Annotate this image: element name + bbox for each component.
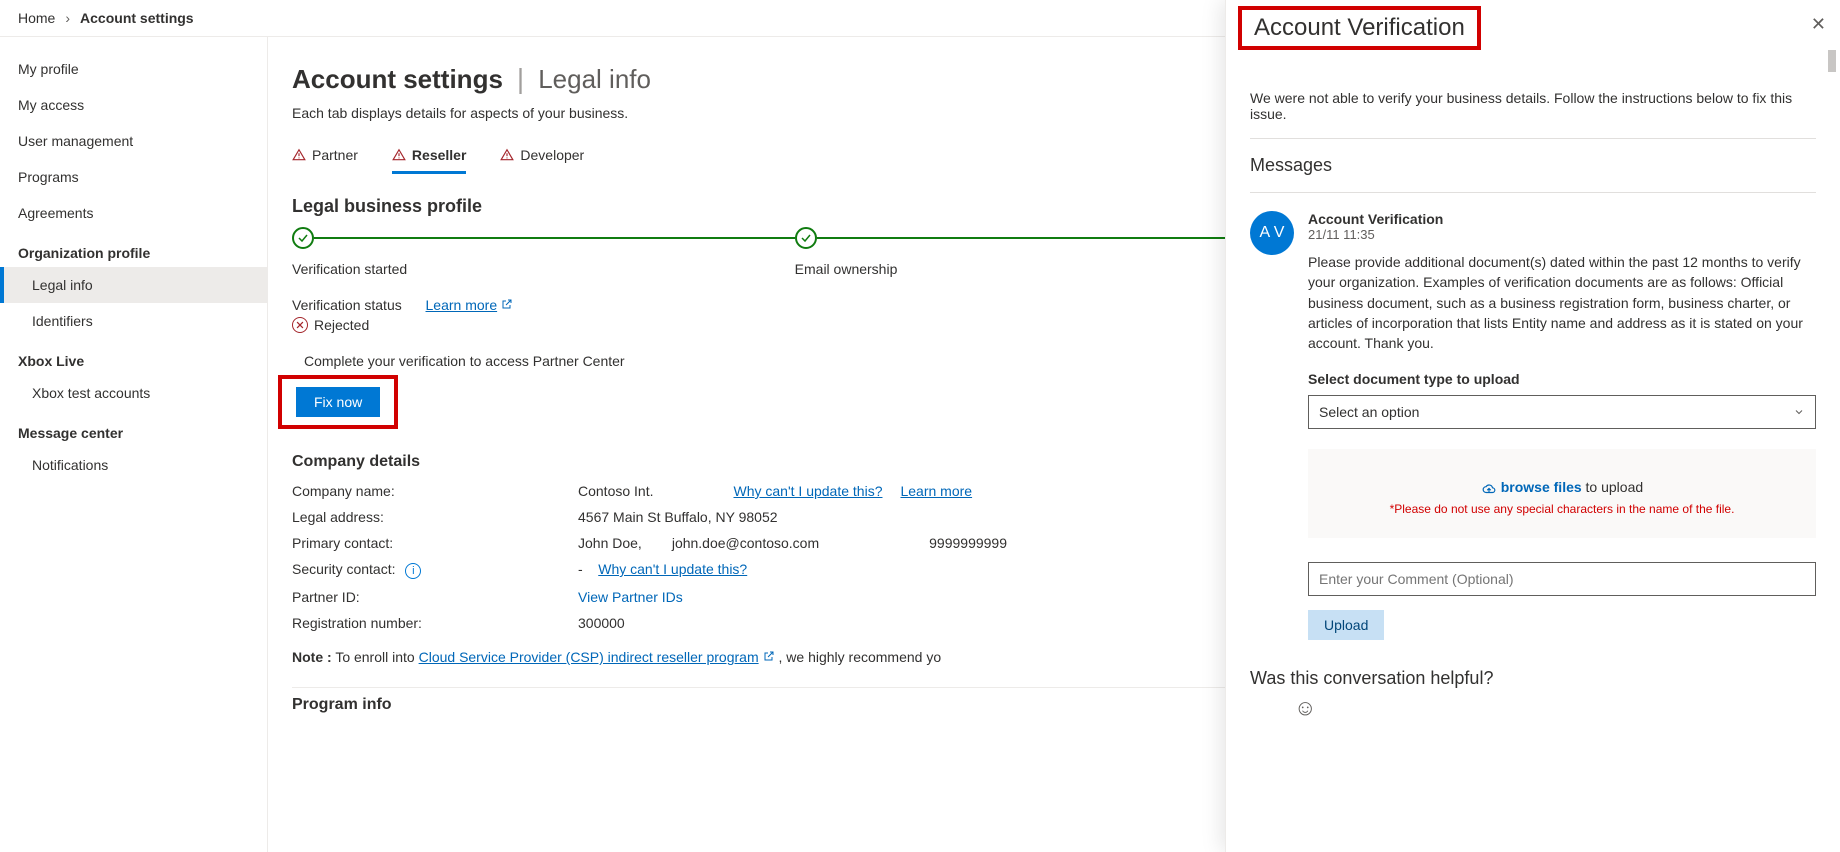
sidebar-item-my-profile[interactable]: My profile — [0, 51, 267, 87]
learn-more-link-2[interactable]: Learn more — [900, 483, 972, 499]
upload-button[interactable]: Upload — [1308, 610, 1384, 640]
sidebar-header-org-profile: Organization profile — [0, 231, 267, 267]
page-title: Account settings — [292, 64, 503, 95]
fix-now-highlight: Fix now — [278, 375, 398, 429]
csp-program-link[interactable]: Cloud Service Provider (CSP) indirect re… — [419, 649, 775, 665]
tab-label: Reseller — [412, 147, 466, 163]
avatar: A V — [1250, 211, 1294, 255]
sidebar-item-xbox-test-accounts[interactable]: Xbox test accounts — [0, 375, 267, 411]
file-dropzone[interactable]: browse files to upload *Please do not us… — [1308, 449, 1816, 537]
chevron-down-icon — [1793, 406, 1805, 418]
message-body: Please provide additional document(s) da… — [1308, 252, 1816, 353]
fix-now-button[interactable]: Fix now — [296, 387, 380, 417]
document-type-label: Select document type to upload — [1308, 371, 1816, 387]
messages-header: Messages — [1250, 155, 1816, 176]
company-name-value: Contoso Int. — [578, 483, 654, 499]
registration-number-label: Registration number: — [292, 615, 572, 631]
sidebar-item-legal-info[interactable]: Legal info — [0, 267, 267, 303]
message-title: Account Verification — [1308, 211, 1816, 227]
primary-contact-phone: 9999999999 — [929, 535, 1007, 551]
view-partner-ids-link[interactable]: View Partner IDs — [578, 589, 683, 605]
sidebar-header-xbox-live: Xbox Live — [0, 339, 267, 375]
security-contact-label: Security contact: i — [292, 561, 572, 579]
warning-icon — [292, 148, 306, 162]
partner-id-label: Partner ID: — [292, 589, 572, 605]
check-icon — [292, 227, 314, 249]
page-subtitle: Legal info — [538, 64, 651, 95]
info-icon[interactable]: i — [405, 563, 421, 579]
tab-reseller[interactable]: Reseller — [392, 147, 466, 174]
primary-contact-email: john.doe@contoso.com — [672, 535, 819, 551]
learn-more-link[interactable]: Learn more — [426, 297, 514, 313]
company-name-label: Company name: — [292, 483, 572, 499]
scrollbar-thumb[interactable] — [1828, 50, 1836, 72]
message-timestamp: 21/11 11:35 — [1308, 227, 1816, 242]
sidebar-item-user-management[interactable]: User management — [0, 123, 267, 159]
step-label: Email ownership — [795, 261, 1298, 277]
step-label: Verification started — [292, 261, 795, 277]
breadcrumb-current: Account settings — [80, 10, 194, 26]
why-cant-update-link[interactable]: Why can't I update this? — [734, 483, 883, 499]
warning-icon — [500, 148, 514, 162]
verification-status-label: Verification status — [292, 297, 402, 313]
panel-title: Account Verification — [1254, 14, 1465, 42]
document-type-select[interactable]: Select an option — [1308, 395, 1816, 429]
sidebar-item-my-access[interactable]: My access — [0, 87, 267, 123]
security-contact-value: - — [578, 561, 583, 577]
tab-partner[interactable]: Partner — [292, 147, 358, 174]
breadcrumb-separator-icon: › — [65, 10, 70, 26]
close-icon[interactable]: ✕ — [1811, 14, 1826, 35]
upload-cloud-icon — [1481, 482, 1497, 496]
helpful-prompt: Was this conversation helpful? — [1250, 668, 1816, 689]
rejected-icon — [292, 317, 308, 333]
sidebar-item-notifications[interactable]: Notifications — [0, 447, 267, 483]
dropzone-warning: *Please do not use any special character… — [1328, 502, 1796, 516]
check-icon — [795, 227, 817, 249]
sidebar: My profile My access User management Pro… — [0, 37, 268, 852]
tab-developer[interactable]: Developer — [500, 147, 584, 174]
sidebar-item-identifiers[interactable]: Identifiers — [0, 303, 267, 339]
smile-icon[interactable]: ☺ — [1294, 695, 1816, 721]
why-cant-update-link-2[interactable]: Why can't I update this? — [598, 561, 747, 577]
sidebar-header-message-center: Message center — [0, 411, 267, 447]
title-separator: | — [517, 63, 524, 95]
external-link-icon — [763, 650, 775, 662]
tab-label: Partner — [312, 147, 358, 163]
comment-input[interactable] — [1308, 562, 1816, 596]
account-verification-panel: ✕ Account Verification We were not able … — [1225, 0, 1840, 852]
panel-title-highlight: Account Verification — [1238, 6, 1481, 50]
primary-contact-label: Primary contact: — [292, 535, 572, 551]
to-upload-text: to upload — [1582, 479, 1644, 495]
legal-address-label: Legal address: — [292, 509, 572, 525]
warning-icon — [392, 148, 406, 162]
sidebar-item-programs[interactable]: Programs — [0, 159, 267, 195]
breadcrumb-home[interactable]: Home — [18, 10, 55, 26]
tab-label: Developer — [520, 147, 584, 163]
rejected-status: Rejected — [314, 317, 369, 333]
select-placeholder: Select an option — [1319, 404, 1419, 420]
panel-description: We were not able to verify your business… — [1250, 90, 1816, 122]
sidebar-item-agreements[interactable]: Agreements — [0, 195, 267, 231]
external-link-icon — [501, 298, 513, 310]
browse-files-link[interactable]: browse files — [1501, 479, 1582, 495]
primary-contact-name: John Doe, — [578, 535, 642, 551]
